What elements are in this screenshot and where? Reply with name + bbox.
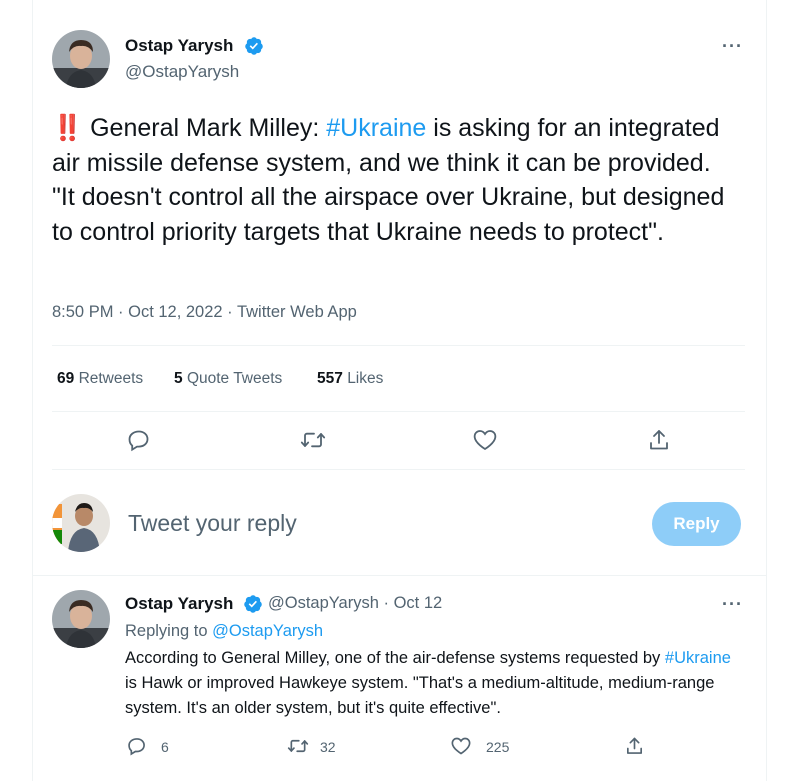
alert-emoji: ‼️ <box>52 114 84 142</box>
hashtag-link[interactable]: #Ukraine <box>665 649 731 667</box>
more-options-icon[interactable]: ··· <box>722 594 743 615</box>
verified-badge-icon <box>244 36 264 56</box>
reply-author-handle-time[interactable]: @OstapYarysh · Oct 12 <box>268 594 442 613</box>
divider <box>52 345 745 346</box>
author-name[interactable]: Ostap Yarysh <box>125 36 233 56</box>
share-icon[interactable] <box>648 428 670 452</box>
reply-input[interactable]: Tweet your reply <box>128 510 608 537</box>
retweet-icon[interactable] <box>300 428 326 452</box>
share-icon[interactable] <box>625 736 644 756</box>
hashtag-link[interactable]: #Ukraine <box>326 114 426 142</box>
like-icon[interactable] <box>472 428 498 452</box>
current-user-avatar[interactable] <box>52 494 110 552</box>
likes-stat[interactable]: 557 Likes <box>317 370 383 388</box>
reply-text-part1: According to General Milley, one of the … <box>125 649 665 667</box>
retweets-count: 69 <box>57 370 75 387</box>
tweet-text: ‼️ General Mark Milley: #Ukraine is aski… <box>52 111 732 249</box>
like-count: 225 <box>486 739 510 755</box>
retweet-count: 32 <box>320 739 336 755</box>
reply-tweet-text: According to General Milley, one of the … <box>125 646 735 721</box>
quotes-label: Quote Tweets <box>186 370 283 387</box>
retweets-stat[interactable]: 69 Retweets <box>57 370 143 388</box>
divider <box>52 411 745 412</box>
reply-icon[interactable] <box>127 428 151 452</box>
retweets-label: Retweets <box>78 370 144 387</box>
quotes-count: 5 <box>174 370 183 387</box>
reply-author-name[interactable]: Ostap Yarysh <box>125 594 233 614</box>
reply-author-avatar[interactable] <box>52 590 110 648</box>
likes-count: 557 <box>317 370 343 387</box>
divider <box>32 575 766 576</box>
retweet-icon[interactable] <box>287 736 309 756</box>
reply-text-part2: is Hawk or improved Hawkeye system. "Tha… <box>125 674 715 717</box>
tweet-text-part1: General Mark Milley: <box>90 114 327 142</box>
replying-handle-link[interactable]: @OstapYarysh <box>212 622 323 640</box>
verified-badge-icon <box>243 594 263 614</box>
more-options-icon[interactable]: ··· <box>722 36 743 57</box>
replying-to: Replying to @OstapYarysh <box>125 619 323 644</box>
author-handle[interactable]: @OstapYarysh <box>125 62 239 82</box>
replying-prefix: Replying to <box>125 622 213 640</box>
tweet-timestamp[interactable]: 8:50 PM · Oct 12, 2022 · Twitter Web App <box>52 303 357 322</box>
divider <box>52 469 745 470</box>
reply-count: 6 <box>161 739 169 755</box>
reply-icon[interactable] <box>127 736 147 756</box>
likes-label: Likes <box>347 370 384 387</box>
like-icon[interactable] <box>450 736 472 756</box>
author-avatar[interactable] <box>52 30 110 88</box>
reply-button[interactable]: Reply <box>652 502 741 546</box>
quotes-stat[interactable]: 5 Quote Tweets <box>174 370 282 388</box>
